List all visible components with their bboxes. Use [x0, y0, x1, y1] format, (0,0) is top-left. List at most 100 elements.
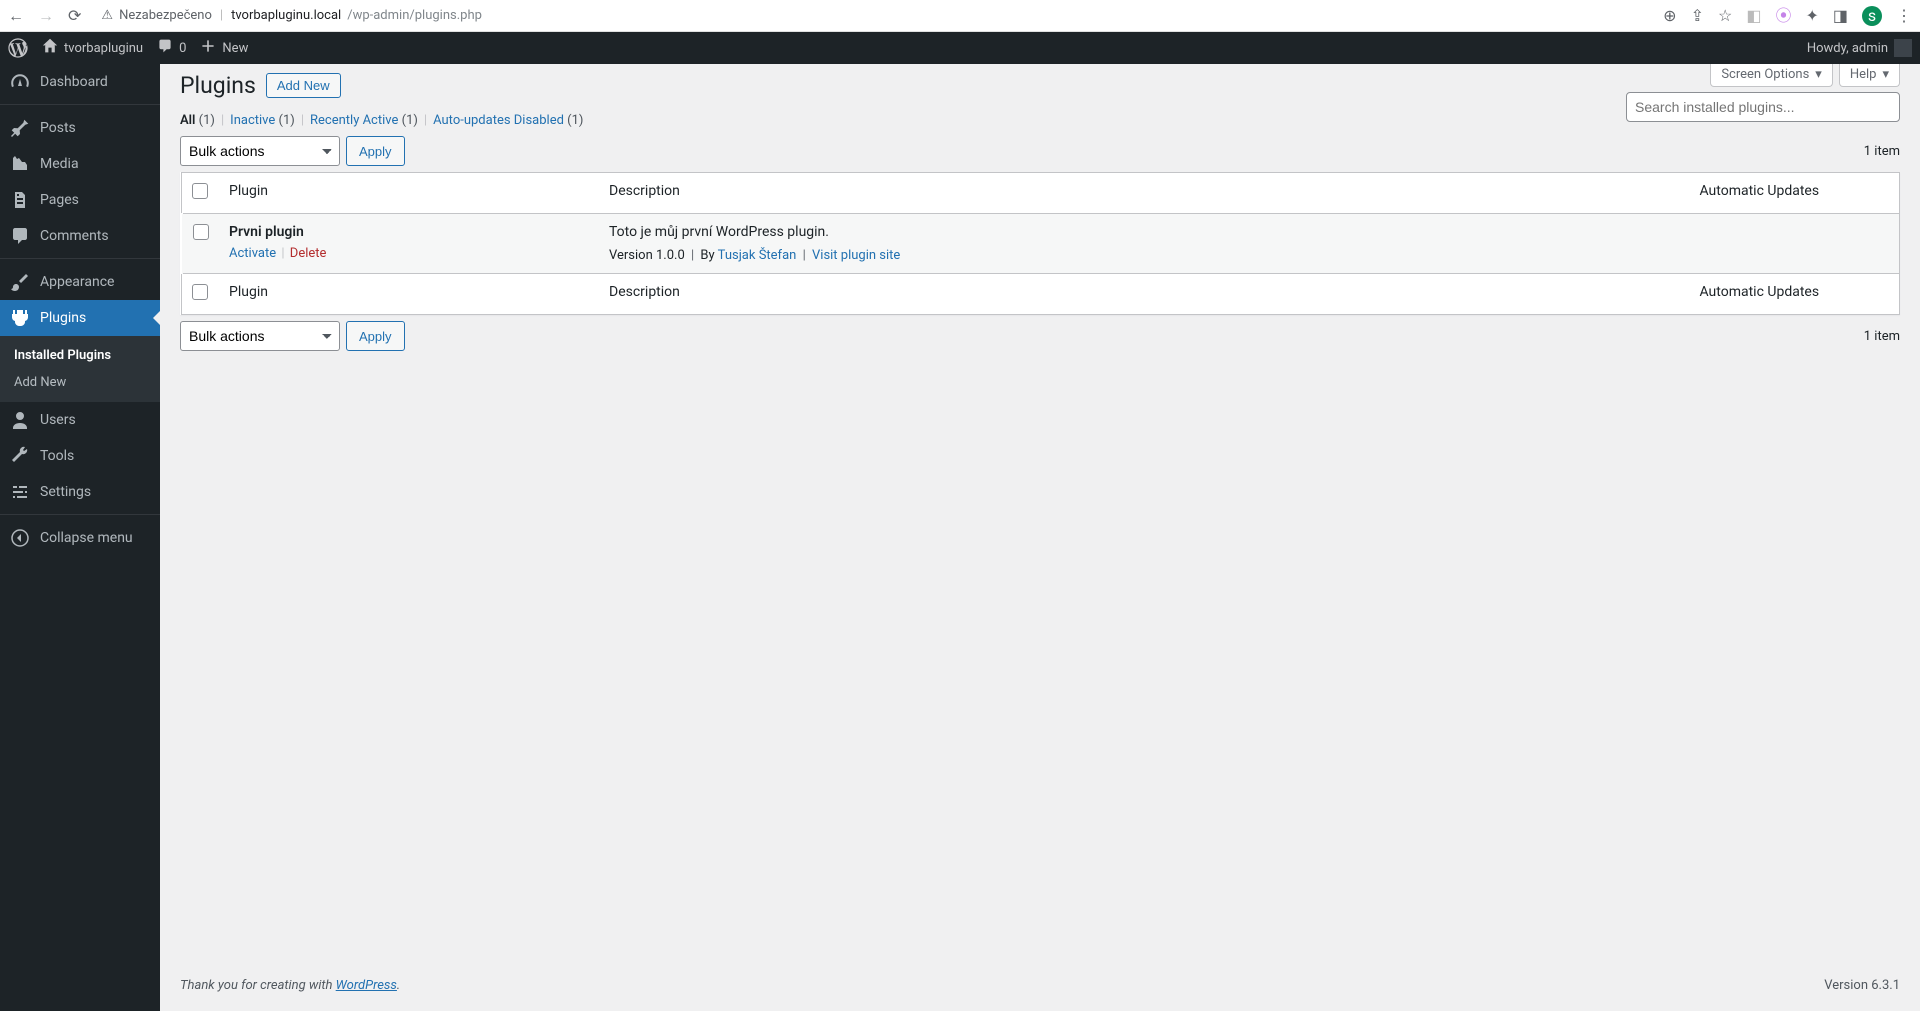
sidebar-item-collapse[interactable]: Collapse menu	[0, 520, 160, 556]
sidebar-item-label: Tools	[40, 448, 74, 464]
sidebar-item-pages[interactable]: Pages	[0, 182, 160, 218]
select-all-checkbox-bottom[interactable]	[192, 284, 208, 300]
help-button[interactable]: Help ▾	[1839, 64, 1900, 87]
share-icon[interactable]: ⇪	[1691, 8, 1704, 24]
sliders-icon	[10, 482, 30, 502]
sidebar-submenu-plugins: Installed Plugins Add New	[0, 336, 160, 402]
items-count-top: 1 item	[1864, 144, 1900, 159]
wrench-icon	[10, 446, 30, 466]
footer-thanks-prefix: Thank you for creating with	[180, 978, 336, 993]
row-checkbox[interactable]	[193, 224, 209, 240]
sidebar-item-settings[interactable]: Settings	[0, 474, 160, 510]
screen-options-button[interactable]: Screen Options ▾	[1710, 64, 1833, 87]
sidebar-item-label: Users	[40, 412, 76, 428]
filter-recently-active[interactable]: Recently Active	[310, 113, 398, 128]
column-footer-auto-updates: Automatic Updates	[1690, 274, 1900, 315]
pages-icon	[10, 190, 30, 210]
bulk-actions-select-bottom[interactable]: Bulk actions	[180, 321, 340, 351]
wp-adminbar: tvorbapluginu 0 New Howdy, admin	[0, 32, 1920, 64]
plugins-table: Plugin Description Automatic Updates Prv…	[180, 172, 1900, 315]
column-header-auto-updates[interactable]: Automatic Updates	[1690, 173, 1900, 214]
filter-inactive-count: (1)	[279, 113, 295, 128]
filter-inactive[interactable]: Inactive	[230, 113, 275, 128]
ext1-icon[interactable]: ◧	[1746, 8, 1761, 24]
adminbar-site-name: tvorbapluginu	[64, 41, 143, 56]
dashboard-icon	[10, 72, 30, 92]
sidebar-item-plugins[interactable]: Plugins	[0, 300, 160, 336]
column-footer-description: Description	[599, 274, 1690, 315]
help-label: Help	[1850, 67, 1877, 82]
sidebar-separator	[0, 100, 160, 105]
sidebar-item-label: Posts	[40, 120, 76, 136]
forward-icon[interactable]: →	[38, 8, 54, 24]
plugin-version: Version 1.0.0	[609, 248, 685, 263]
column-header-plugin[interactable]: Plugin	[219, 173, 599, 214]
chevron-down-icon: ▾	[1815, 67, 1822, 82]
sidebar-item-posts[interactable]: Posts	[0, 110, 160, 146]
star-icon[interactable]: ☆	[1718, 8, 1732, 24]
sidebar-item-label: Pages	[40, 192, 79, 208]
secure-label: Nezabezpečeno	[119, 8, 212, 23]
apply-bulk-bottom-button[interactable]: Apply	[346, 321, 405, 351]
zoom-icon[interactable]: ⊕	[1663, 8, 1676, 24]
comments-icon	[10, 226, 30, 246]
search-plugins-input[interactable]	[1626, 92, 1900, 122]
auto-updates-cell	[1690, 214, 1900, 274]
collapse-icon	[10, 528, 30, 548]
sidebar-subitem-add-new[interactable]: Add New	[0, 369, 160, 396]
ext2-icon[interactable]: ⦿	[1775, 8, 1791, 24]
filter-recent-count: (1)	[402, 113, 418, 128]
sidebar-item-label: Dashboard	[40, 74, 108, 90]
wordpress-logo-icon[interactable]	[8, 38, 28, 58]
sidebar-item-media[interactable]: Media	[0, 146, 160, 182]
url-host: tvorbapluginu.local	[231, 8, 341, 23]
reload-icon[interactable]: ⟳	[68, 8, 81, 24]
by-label: By	[700, 248, 714, 263]
sidebar-item-dashboard[interactable]: Dashboard	[0, 64, 160, 100]
column-footer-plugin: Plugin	[219, 274, 599, 315]
adminbar-account[interactable]: Howdy, admin	[1807, 39, 1912, 57]
activate-link[interactable]: Activate	[229, 246, 276, 261]
footer-period: .	[397, 978, 400, 993]
select-all-checkbox-top[interactable]	[192, 183, 208, 199]
filter-auto-count: (1)	[567, 113, 583, 128]
sidebar-item-label: Appearance	[40, 274, 114, 290]
brush-icon	[10, 272, 30, 292]
filter-all[interactable]: All	[180, 113, 195, 128]
media-icon	[10, 154, 30, 174]
extensions-icon[interactable]: ✦	[1805, 8, 1818, 24]
sidebar-item-users[interactable]: Users	[0, 402, 160, 438]
pin-icon	[10, 118, 30, 138]
panel-icon[interactable]: ◨	[1833, 8, 1848, 24]
sidebar-item-comments[interactable]: Comments	[0, 218, 160, 254]
bulk-actions-select-top[interactable]: Bulk actions	[180, 136, 340, 166]
content-area: Screen Options ▾ Help ▾ Plugins Add New …	[160, 64, 1920, 1011]
chevron-down-icon: ▾	[1882, 67, 1889, 82]
adminbar-site-link[interactable]: tvorbapluginu	[42, 38, 143, 58]
sidebar-subitem-installed-plugins[interactable]: Installed Plugins	[0, 342, 160, 369]
plugin-name: Prvni plugin	[229, 224, 589, 240]
sidebar-item-appearance[interactable]: Appearance	[0, 264, 160, 300]
howdy-text: Howdy, admin	[1807, 41, 1888, 56]
back-icon[interactable]: ←	[8, 8, 24, 24]
adminbar-new-link[interactable]: New	[200, 38, 248, 58]
plugin-author-link[interactable]: Tusjak Štefan	[718, 248, 797, 263]
sidebar-item-label: Comments	[40, 228, 109, 244]
filter-auto-updates-disabled[interactable]: Auto-updates Disabled	[433, 113, 564, 128]
adminbar-comment-count: 0	[179, 41, 186, 56]
apply-bulk-top-button[interactable]: Apply	[346, 136, 405, 166]
profile-avatar[interactable]: s	[1862, 6, 1882, 26]
admin-footer: Thank you for creating with WordPress. V…	[160, 960, 1920, 1011]
visit-plugin-site-link[interactable]: Visit plugin site	[812, 248, 900, 263]
delete-link[interactable]: Delete	[290, 246, 327, 261]
footer-wordpress-link[interactable]: WordPress	[336, 978, 397, 993]
items-count-bottom: 1 item	[1864, 329, 1900, 344]
browser-menu-icon[interactable]: ⋮	[1896, 8, 1912, 24]
url-bar[interactable]: ⚠ Nezabezpečeno | tvorbapluginu.local/wp…	[93, 3, 1651, 29]
admin-sidebar: Dashboard Posts Media Pages Comments App…	[0, 64, 160, 1011]
adminbar-comments-link[interactable]: 0	[157, 38, 186, 58]
insecure-icon: ⚠	[101, 8, 113, 23]
column-header-description[interactable]: Description	[599, 173, 1690, 214]
sidebar-item-label: Settings	[40, 484, 91, 500]
sidebar-item-tools[interactable]: Tools	[0, 438, 160, 474]
